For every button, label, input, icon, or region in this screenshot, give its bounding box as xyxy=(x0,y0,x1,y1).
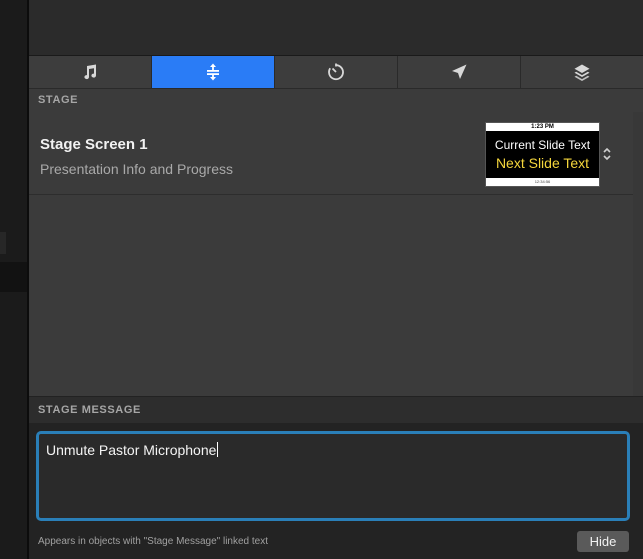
stage-message-section-label: STAGE MESSAGE xyxy=(38,404,141,416)
tab-messages[interactable] xyxy=(398,56,521,88)
thumbnail-clock: 1:23 PM xyxy=(531,124,554,130)
inspector-tabs xyxy=(29,56,643,89)
stage-screen-name: Stage Screen 1 xyxy=(40,136,148,153)
layers-icon xyxy=(574,64,590,81)
stage-section-label: STAGE xyxy=(38,94,79,106)
tab-timers[interactable] xyxy=(275,56,398,88)
stage-layout-thumbnail[interactable]: 1:23 PM Current Slide Text Next Slide Te… xyxy=(485,122,600,187)
tab-props[interactable] xyxy=(521,56,643,88)
stage-split-icon xyxy=(207,63,219,81)
timer-icon xyxy=(328,63,344,81)
text-caret xyxy=(217,442,219,457)
tab-audio[interactable] xyxy=(29,56,152,88)
stage-list-scrollbar[interactable] xyxy=(633,112,643,397)
thumbnail-next-slide-text: Next Slide Text xyxy=(495,155,590,171)
thumbnail-timer: 12:34:56 xyxy=(534,179,551,184)
stage-message-input[interactable]: Unmute Pastor Microphone xyxy=(36,431,630,521)
stage-list-empty-area xyxy=(29,195,643,395)
sidebar-notch xyxy=(0,232,6,254)
stage-message-hint: Appears in objects with "Stage Message" … xyxy=(38,536,268,547)
stage-message-header: STAGE MESSAGE xyxy=(29,396,643,423)
hide-message-button[interactable]: Hide xyxy=(577,531,629,552)
music-note-icon xyxy=(84,64,97,80)
thumbnail-footer: 12:34:56 xyxy=(486,178,599,186)
sidebar-selected-band xyxy=(0,262,28,292)
stage-screen-row[interactable]: Stage Screen 1 Presentation Info and Pro… xyxy=(29,112,643,195)
tab-stage[interactable] xyxy=(152,56,275,88)
stage-inspector-panel: STAGE Stage Screen 1 Presentation Info a… xyxy=(29,0,643,559)
layout-popup-chevron-icon[interactable] xyxy=(601,146,613,162)
left-sidebar-edge xyxy=(0,0,28,559)
thumbnail-current-slide-text: Current Slide Text xyxy=(494,138,591,152)
send-arrow-icon xyxy=(452,64,467,79)
stage-message-value: Unmute Pastor Microphone xyxy=(46,442,217,458)
stage-layout-name: Presentation Info and Progress xyxy=(40,161,234,177)
stage-message-area: Unmute Pastor Microphone Appears in obje… xyxy=(29,423,643,559)
panel-top-bar xyxy=(29,0,643,56)
stage-message-text: Unmute Pastor Microphone xyxy=(46,442,219,458)
